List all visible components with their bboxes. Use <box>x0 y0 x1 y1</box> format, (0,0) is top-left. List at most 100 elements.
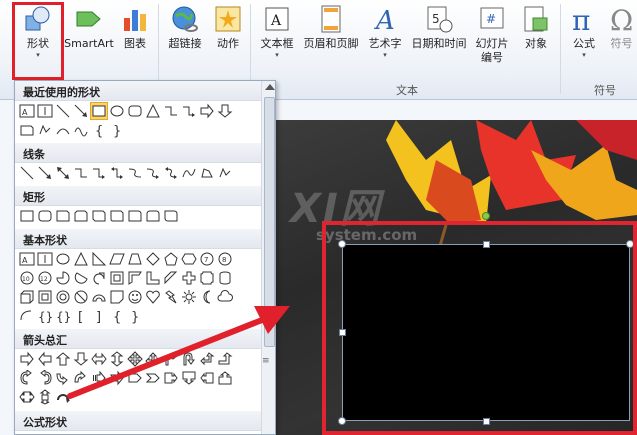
arc-shape-icon[interactable] <box>19 308 35 324</box>
symbol-button[interactable]: Ω 符号 <box>606 2 637 90</box>
u-turn-arrow-shape-icon[interactable] <box>181 351 197 367</box>
curve-shape-icon[interactable] <box>181 165 197 181</box>
no-symbol-shape-icon[interactable] <box>73 289 89 305</box>
freeform-shape-icon[interactable] <box>199 165 215 181</box>
up-arrow-shape-icon[interactable] <box>55 351 71 367</box>
down-arrow-shape-icon[interactable] <box>73 351 89 367</box>
elbow-arrow-shape-icon[interactable] <box>91 165 107 181</box>
left-brace-shape-icon[interactable]: { <box>109 308 125 324</box>
left-arrow-callout-shape-icon[interactable] <box>199 370 215 386</box>
striped-right-arrow-shape-icon[interactable] <box>91 370 107 386</box>
wordart-button[interactable]: A 艺术字 ▾ <box>364 2 406 90</box>
elbow-connector-shape-icon[interactable] <box>163 103 179 119</box>
left-right-arrow-callout-shape-icon[interactable] <box>19 389 35 405</box>
snip-round-shape-icon[interactable] <box>109 208 125 224</box>
freeform-shape-icon[interactable] <box>37 122 53 138</box>
circular-arrow-shape-icon[interactable] <box>55 389 71 405</box>
bent-arrow-shape-icon[interactable] <box>163 351 179 367</box>
down-arrow-shape-icon[interactable] <box>217 103 233 119</box>
smartart-button[interactable]: SmartArt <box>64 2 114 90</box>
triangle-shape-icon[interactable] <box>73 251 89 267</box>
chevron-shape-icon[interactable] <box>145 370 161 386</box>
heptagon-shape-icon[interactable]: 7 <box>199 251 215 267</box>
sun-shape-icon[interactable] <box>181 289 197 305</box>
oval-shape-icon[interactable] <box>109 103 125 119</box>
pie-shape-icon[interactable] <box>55 270 71 286</box>
cross-shape-icon[interactable] <box>181 270 197 286</box>
frame-shape-icon[interactable] <box>109 270 125 286</box>
left-bracket-shape-icon[interactable]: [ <box>73 308 89 324</box>
l-shape-icon[interactable] <box>145 270 161 286</box>
left-brace-shape-icon[interactable]: { <box>91 122 107 138</box>
arrow-line-shape-icon[interactable] <box>73 103 89 119</box>
round-diagonal-shape-icon[interactable] <box>163 208 179 224</box>
plaque-shape-icon[interactable] <box>199 270 215 286</box>
right-bracket-shape-icon[interactable]: ] <box>91 308 107 324</box>
oval-shape-icon[interactable] <box>55 251 71 267</box>
right-arrow-shape-icon[interactable] <box>19 351 35 367</box>
elbow-double-arrow-shape-icon[interactable] <box>109 165 125 181</box>
diamond-shape-icon[interactable] <box>145 251 161 267</box>
cube-shape-icon[interactable] <box>19 289 35 305</box>
teardrop-shape-icon[interactable] <box>91 270 107 286</box>
curved-up-arrow-shape-icon[interactable] <box>55 370 71 386</box>
action-button[interactable]: 动作 <box>210 2 246 90</box>
round-same-side-shape-icon[interactable] <box>145 208 161 224</box>
line-shape-icon[interactable] <box>55 103 71 119</box>
double-arrow-line-shape-icon[interactable] <box>55 165 71 181</box>
round-single-corner-shape-icon[interactable] <box>127 208 143 224</box>
textbox-shape-icon[interactable]: A <box>19 103 35 119</box>
scribble-shape-icon[interactable] <box>217 165 233 181</box>
snip-single-corner-shape-icon[interactable] <box>55 208 71 224</box>
hexagon-shape-icon[interactable] <box>181 251 197 267</box>
bent-up-arrow-shape-icon[interactable] <box>217 351 233 367</box>
lightning-bolt-shape-icon[interactable] <box>163 289 179 305</box>
triangle-shape-icon[interactable] <box>145 103 161 119</box>
up-down-arrow-shape-icon[interactable] <box>109 351 125 367</box>
snip-diagonal-shape-icon[interactable] <box>91 208 107 224</box>
elbow-connector-shape-icon[interactable] <box>73 165 89 181</box>
curved-right-arrow-shape-icon[interactable] <box>19 370 35 386</box>
octagon-shape-icon[interactable]: 8 <box>217 251 233 267</box>
snip-rect-shape-icon[interactable] <box>19 122 35 138</box>
chart-button[interactable]: 图表 <box>116 2 154 90</box>
scrollbar-thumb[interactable] <box>264 97 275 347</box>
double-bracket-shape-icon[interactable]: {} <box>37 308 53 324</box>
quad-arrow-shape-icon[interactable] <box>127 351 143 367</box>
can-shape-icon[interactable] <box>217 270 233 286</box>
parallelogram-shape-icon[interactable] <box>109 251 125 267</box>
left-right-up-arrow-shape-icon[interactable] <box>145 351 161 367</box>
header-footer-button[interactable]: 页眉和页脚 <box>300 2 362 90</box>
textbox-button[interactable]: A 文本框 ▾ <box>254 2 300 90</box>
rotation-handle[interactable] <box>482 212 490 220</box>
resize-grip-icon[interactable]: ≡ <box>262 356 270 366</box>
snip-same-side-shape-icon[interactable] <box>73 208 89 224</box>
curved-double-arrow-shape-icon[interactable] <box>163 165 179 181</box>
hyperlink-button[interactable]: 超链接 <box>162 2 208 90</box>
vertical-textbox-shape-icon[interactable] <box>37 103 53 119</box>
donut-shape-icon[interactable] <box>55 289 71 305</box>
vertical-textbox-shape-icon[interactable] <box>37 251 53 267</box>
date-time-button[interactable]: 5 日期和时间 <box>408 2 470 90</box>
trapezoid-shape-icon[interactable] <box>127 251 143 267</box>
curved-left-arrow-shape-icon[interactable] <box>37 370 53 386</box>
up-arrow-callout-shape-icon[interactable] <box>217 370 233 386</box>
cloud-shape-icon[interactable] <box>217 289 233 305</box>
arrow-line-shape-icon[interactable] <box>37 165 53 181</box>
rectangle-shape-icon[interactable] <box>19 208 35 224</box>
right-arrow-callout-shape-icon[interactable] <box>163 370 179 386</box>
down-arrow-callout-shape-icon[interactable] <box>181 370 197 386</box>
half-frame-shape-icon[interactable] <box>127 270 143 286</box>
left-up-arrow-shape-icon[interactable] <box>199 351 215 367</box>
heart-shape-icon[interactable] <box>145 289 161 305</box>
rectangle-shape-icon[interactable] <box>90 102 108 120</box>
curved-arrow-shape-icon[interactable] <box>145 165 161 181</box>
folded-corner-shape-icon[interactable] <box>109 289 125 305</box>
smiley-face-shape-icon[interactable] <box>127 289 143 305</box>
moon-shape-icon[interactable] <box>199 289 215 305</box>
rounded-rect-shape-icon[interactable] <box>127 103 143 119</box>
object-button[interactable]: 对象 <box>516 2 556 90</box>
pentagon-arrow-shape-icon[interactable] <box>127 370 143 386</box>
scroll-up-icon[interactable] <box>265 84 275 90</box>
double-brace-shape-icon[interactable]: {} <box>55 308 71 324</box>
